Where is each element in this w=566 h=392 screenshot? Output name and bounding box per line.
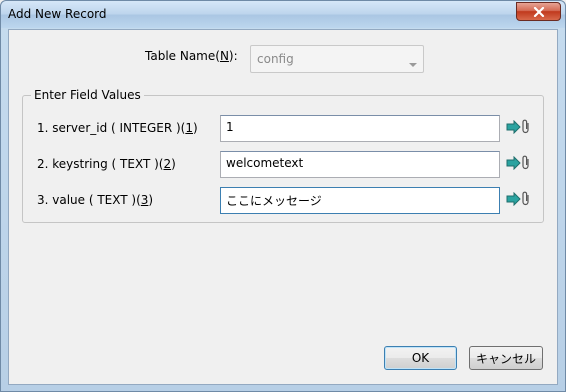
paperclip-icon[interactable]: [521, 155, 531, 174]
paperclip-icon[interactable]: [521, 119, 531, 138]
insert-arrow-icon[interactable]: [506, 119, 521, 137]
insert-arrow-icon[interactable]: [506, 191, 521, 209]
paperclip-icon[interactable]: [521, 191, 531, 210]
field-label-value: 3. value ( TEXT )(3): [37, 193, 154, 207]
row-actions: [506, 119, 534, 137]
combo-arrow-icon: [409, 57, 417, 71]
table-name-value: config: [257, 52, 294, 66]
row-actions: [506, 155, 534, 173]
table-name-combo[interactable]: config: [250, 45, 424, 73]
field-values-group: Enter Field Values 1. server_id ( INTEGE…: [22, 88, 544, 223]
value-input[interactable]: ここにメッセージ: [220, 187, 500, 214]
table-name-label: Table Name(N):: [145, 49, 238, 63]
server-id-input[interactable]: 1: [220, 115, 500, 142]
dialog-body: Table Name(N): config Enter Field Values…: [8, 29, 558, 385]
keystring-input[interactable]: welcometext: [220, 151, 500, 178]
cancel-button[interactable]: キャンセル: [469, 346, 543, 370]
field-label-server-id: 1. server_id ( INTEGER )(1): [37, 121, 198, 135]
window-title: Add New Record: [8, 7, 107, 21]
ok-button[interactable]: OK: [384, 346, 457, 370]
title-bar[interactable]: Add New Record: [1, 1, 565, 28]
field-label-keystring: 2. keystring ( TEXT )(2): [37, 157, 176, 171]
row-actions: [506, 191, 534, 209]
insert-arrow-icon[interactable]: [506, 155, 521, 173]
close-button[interactable]: [516, 2, 561, 21]
dialog-window: Add New Record Table Name(N): config Ent…: [0, 0, 566, 392]
group-title: Enter Field Values: [31, 88, 144, 102]
close-icon: [533, 6, 545, 17]
